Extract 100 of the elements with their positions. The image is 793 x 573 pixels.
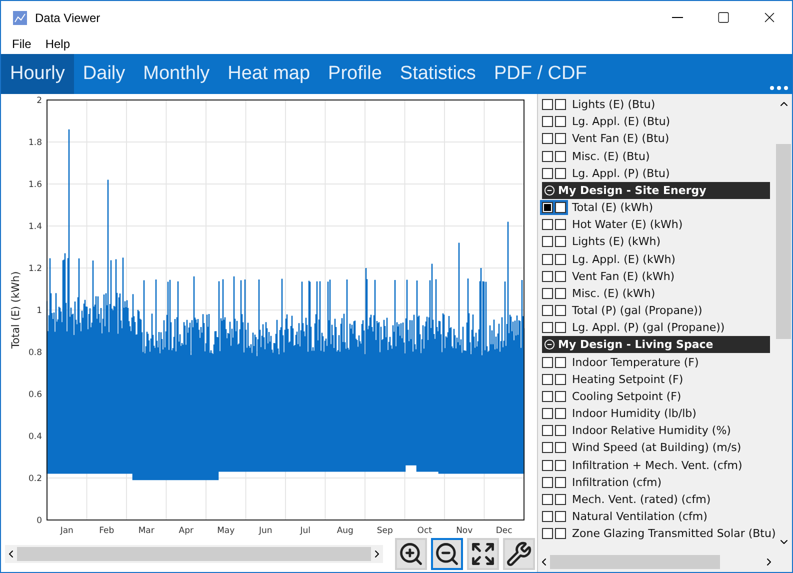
checkbox[interactable] [542, 408, 553, 420]
settings-button[interactable] [503, 538, 535, 570]
series-label[interactable]: Vent Fan (E) (Btu) [572, 132, 670, 146]
tick-label: 0.6 [28, 390, 42, 400]
checkbox[interactable] [542, 494, 553, 506]
series-label[interactable]: Infiltration + Mech. Vent. (cfm) [572, 458, 742, 472]
menu-item[interactable]: Help [38, 37, 78, 51]
checkbox[interactable] [555, 150, 566, 162]
fit-button[interactable] [467, 538, 499, 570]
series-label[interactable]: Wind Speed (at Building) (m/s) [572, 441, 742, 454]
series-label[interactable]: Lg. Appl. (E) (Btu) [572, 115, 670, 128]
tick-label: Jun [258, 526, 272, 536]
checkbox[interactable] [555, 356, 566, 368]
checkbox[interactable] [542, 116, 553, 128]
checkbox[interactable] [555, 116, 566, 128]
checkbox[interactable] [542, 270, 553, 282]
series-label[interactable]: Total (P) (gal (Propane)) [572, 304, 702, 318]
series-label[interactable]: Indoor Humidity (lb/lb) [572, 407, 696, 420]
checkbox[interactable] [542, 528, 553, 540]
checkbox[interactable] [555, 219, 566, 230]
checkbox[interactable] [555, 236, 566, 248]
checkbox[interactable] [542, 476, 553, 488]
series-label[interactable]: Natural Ventilation (cfm) [572, 510, 708, 524]
checkbox[interactable] [542, 390, 553, 402]
checkbox[interactable] [542, 460, 553, 471]
tab[interactable]: PDF / CDF [484, 54, 596, 94]
checkbox[interactable] [542, 322, 553, 334]
checkbox[interactable] [542, 202, 553, 214]
series-label[interactable]: Misc. (E) (Btu) [572, 150, 650, 163]
checkbox[interactable] [555, 133, 566, 144]
checkbox[interactable] [555, 270, 566, 282]
checkbox[interactable] [542, 236, 553, 248]
zoom-in-button[interactable] [395, 538, 427, 570]
axis-label: Total (E) (kWh) [10, 271, 22, 349]
series-label[interactable]: Total (E) (kWh) [572, 201, 654, 214]
checkbox[interactable] [542, 99, 553, 110]
checkbox[interactable] [555, 460, 566, 471]
checkbox[interactable] [555, 374, 566, 385]
tick-label: 1.4 [28, 222, 42, 232]
series-label[interactable]: Heating Setpoint (F) [572, 372, 684, 386]
series-label[interactable]: Lg. Appl. (E) (kWh) [572, 252, 676, 266]
checkbox[interactable] [542, 356, 553, 368]
series-label[interactable]: Lg. Appl. (P) (gal (Propane)) [572, 321, 725, 334]
tab[interactable]: Hourly [1, 54, 74, 94]
group-header[interactable]: My Design - Site Energy [542, 182, 770, 199]
zoom-out-button[interactable] [431, 538, 463, 570]
checkbox[interactable] [542, 150, 553, 162]
collapse-icon[interactable] [544, 339, 555, 350]
checkbox[interactable] [555, 288, 566, 299]
horizontal-scrollbar[interactable] [5, 545, 383, 564]
checkbox[interactable] [555, 442, 566, 454]
tab[interactable]: Monthly [134, 54, 219, 94]
series-label[interactable]: Lg. Appl. (P) (Btu) [572, 166, 670, 180]
checkbox[interactable] [542, 511, 553, 522]
checkbox[interactable] [555, 476, 566, 488]
checkbox[interactable] [555, 168, 566, 179]
series-label[interactable]: Indoor Temperature (F) [572, 356, 699, 369]
checkbox[interactable] [542, 425, 553, 436]
checkbox[interactable] [555, 202, 566, 214]
checkbox[interactable] [555, 425, 566, 436]
series-label[interactable]: Infiltration (cfm) [572, 476, 662, 489]
checkbox[interactable] [542, 219, 553, 230]
checkbox[interactable] [542, 288, 553, 299]
group-header[interactable]: My Design - Living Space [542, 336, 770, 354]
tick-label: 0.4 [28, 432, 42, 442]
series-label[interactable]: Hot Water (E) (kWh) [572, 218, 683, 232]
checkbox[interactable] [555, 511, 566, 522]
tick-label: Dec [496, 526, 512, 536]
series-label[interactable]: Zone Glazing Transmitted Solar (Btu) [572, 527, 775, 540]
checkbox[interactable] [555, 322, 566, 334]
tab[interactable]: Profile [319, 54, 391, 94]
collapse-icon[interactable] [544, 184, 555, 196]
series-label[interactable]: Lights (E) (Btu) [572, 98, 656, 112]
series-label[interactable]: Cooling Setpoint (F) [572, 390, 682, 403]
checkbox[interactable] [555, 254, 566, 265]
tab[interactable]: Statistics [390, 54, 485, 94]
checkbox[interactable] [555, 305, 566, 316]
menu-item[interactable]: File [5, 37, 38, 51]
series-label[interactable]: Indoor Relative Humidity (%) [572, 424, 731, 438]
checkbox[interactable] [542, 442, 553, 454]
checkbox[interactable] [555, 494, 566, 506]
tab[interactable]: Heat map [218, 54, 320, 94]
checkbox[interactable] [555, 408, 566, 420]
tab[interactable]: Daily [74, 54, 134, 94]
series-label[interactable]: Mech. Vent. (rated) (cfm) [572, 493, 711, 506]
checkbox[interactable] [542, 133, 553, 144]
checkbox[interactable] [555, 528, 566, 540]
tick-label: Sep [376, 526, 393, 536]
checkbox[interactable] [542, 254, 553, 265]
tick-label: Nov [456, 526, 473, 536]
checkbox[interactable] [555, 390, 566, 402]
checkbox[interactable] [542, 374, 553, 385]
checkbox[interactable] [555, 99, 566, 110]
series-label[interactable]: Misc. (E) (kWh) [572, 286, 656, 300]
series-label[interactable]: Lights (E) (kWh) [572, 235, 661, 248]
tick-label: 0.8 [28, 348, 42, 358]
tick-label: Jan [60, 526, 74, 536]
series-label[interactable]: Vent Fan (E) (kWh) [572, 270, 675, 283]
checkbox[interactable] [542, 305, 553, 316]
checkbox[interactable] [542, 168, 553, 179]
